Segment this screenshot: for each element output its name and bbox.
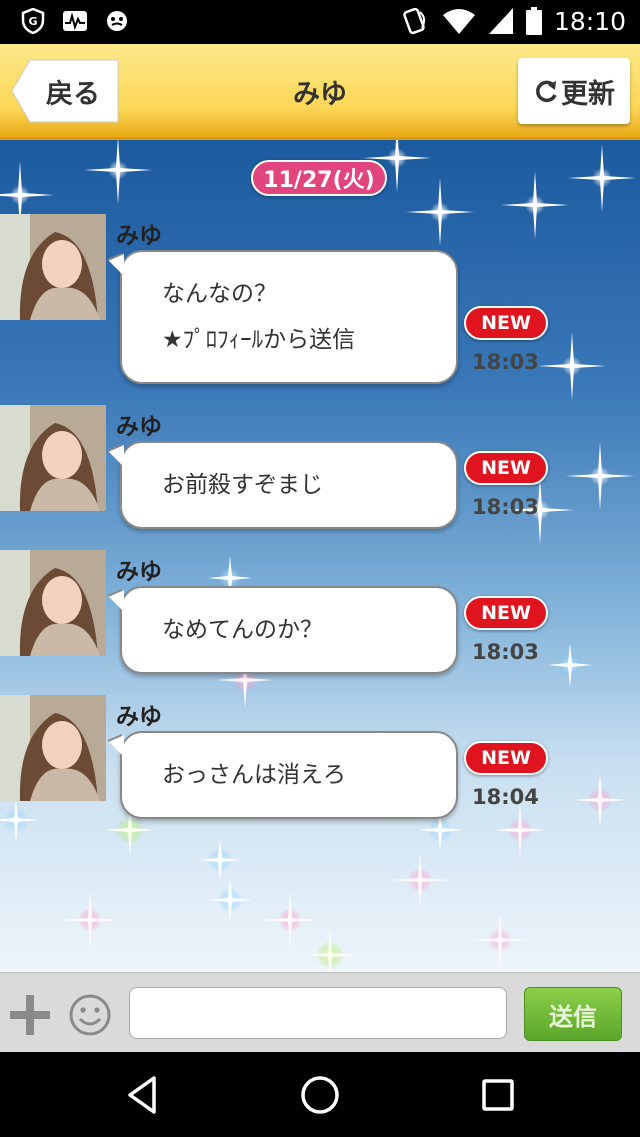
message-bubble[interactable]: なんなの？ ★ﾌﾟﾛﾌｨｰﾙから送信 <box>108 250 458 384</box>
avatar[interactable] <box>0 550 106 656</box>
avatar[interactable] <box>0 695 106 801</box>
sender-name: みゆ <box>116 559 162 585</box>
smiley-icon <box>69 994 111 1036</box>
message-bubble[interactable]: なめてんのか？ <box>108 586 458 674</box>
message-time: 18:03 <box>472 640 539 664</box>
sender-name: みゆ <box>116 704 162 730</box>
add-attachment-button[interactable] <box>8 993 52 1037</box>
message-input[interactable] <box>129 987 507 1039</box>
new-badge: NEW <box>464 451 548 485</box>
home-circle-icon[interactable] <box>299 1074 341 1116</box>
page-title: みゆ <box>293 79 347 110</box>
chat-area[interactable]: 11/27(火) みゆ なんなの？ ★ﾌﾟﾛﾌｨｰﾙから送信 NEW 18:03… <box>0 140 640 972</box>
refresh-button-label: 更新 <box>561 78 615 110</box>
nfc-icon <box>403 7 426 35</box>
message-input-bar: 送信 <box>0 972 640 1052</box>
app-face-icon <box>104 8 130 34</box>
system-nav-bar <box>0 1052 640 1137</box>
date-badge: 11/27(火) <box>251 160 387 196</box>
refresh-icon <box>536 80 557 103</box>
signal-icon <box>488 8 513 34</box>
message-text: なめてんのか？ <box>162 617 323 643</box>
app-header: 戻る みゆ 更新 <box>0 44 640 140</box>
svg-text:G: G <box>28 15 37 28</box>
message-text: おっさんは消えろ <box>162 762 346 788</box>
message-time: 18:03 <box>472 495 539 519</box>
new-badge: NEW <box>464 306 548 340</box>
bubble-tail <box>108 589 124 612</box>
plus-icon <box>10 995 50 1035</box>
message-text: ★ﾌﾟﾛﾌｨｰﾙから送信 <box>162 327 356 353</box>
back-triangle-icon[interactable] <box>122 1074 164 1116</box>
sender-name: みゆ <box>116 223 162 249</box>
new-badge: NEW <box>464 596 548 630</box>
message-text: お前殺すぞまじ <box>162 472 323 498</box>
back-button[interactable]: 戻る <box>10 58 120 124</box>
message-bubble[interactable]: お前殺すぞまじ <box>108 441 458 529</box>
back-button-label: 戻る <box>46 79 100 110</box>
new-badge: NEW <box>464 741 548 775</box>
status-bar: G 18:10 <box>0 0 640 44</box>
emoji-button[interactable] <box>68 993 112 1037</box>
bubble-tail <box>108 734 124 757</box>
wifi-icon <box>442 9 475 34</box>
message-text: なんなの？ <box>162 281 277 307</box>
recents-square-icon[interactable] <box>477 1074 519 1116</box>
activity-icon <box>62 8 88 34</box>
send-button[interactable]: 送信 <box>524 987 622 1041</box>
status-time: 18:10 <box>553 6 626 36</box>
bubble-tail <box>108 253 124 276</box>
message-time: 18:03 <box>472 350 539 374</box>
bubble-tail <box>108 444 124 467</box>
avatar[interactable] <box>0 405 106 511</box>
avatar[interactable] <box>0 214 106 320</box>
sender-name: みゆ <box>116 414 162 440</box>
message-bubble[interactable]: おっさんは消えろ <box>108 731 458 819</box>
shield-g-icon: G <box>20 8 46 34</box>
battery-icon <box>525 7 542 35</box>
refresh-button[interactable]: 更新 <box>518 58 630 124</box>
message-time: 18:04 <box>472 785 539 809</box>
